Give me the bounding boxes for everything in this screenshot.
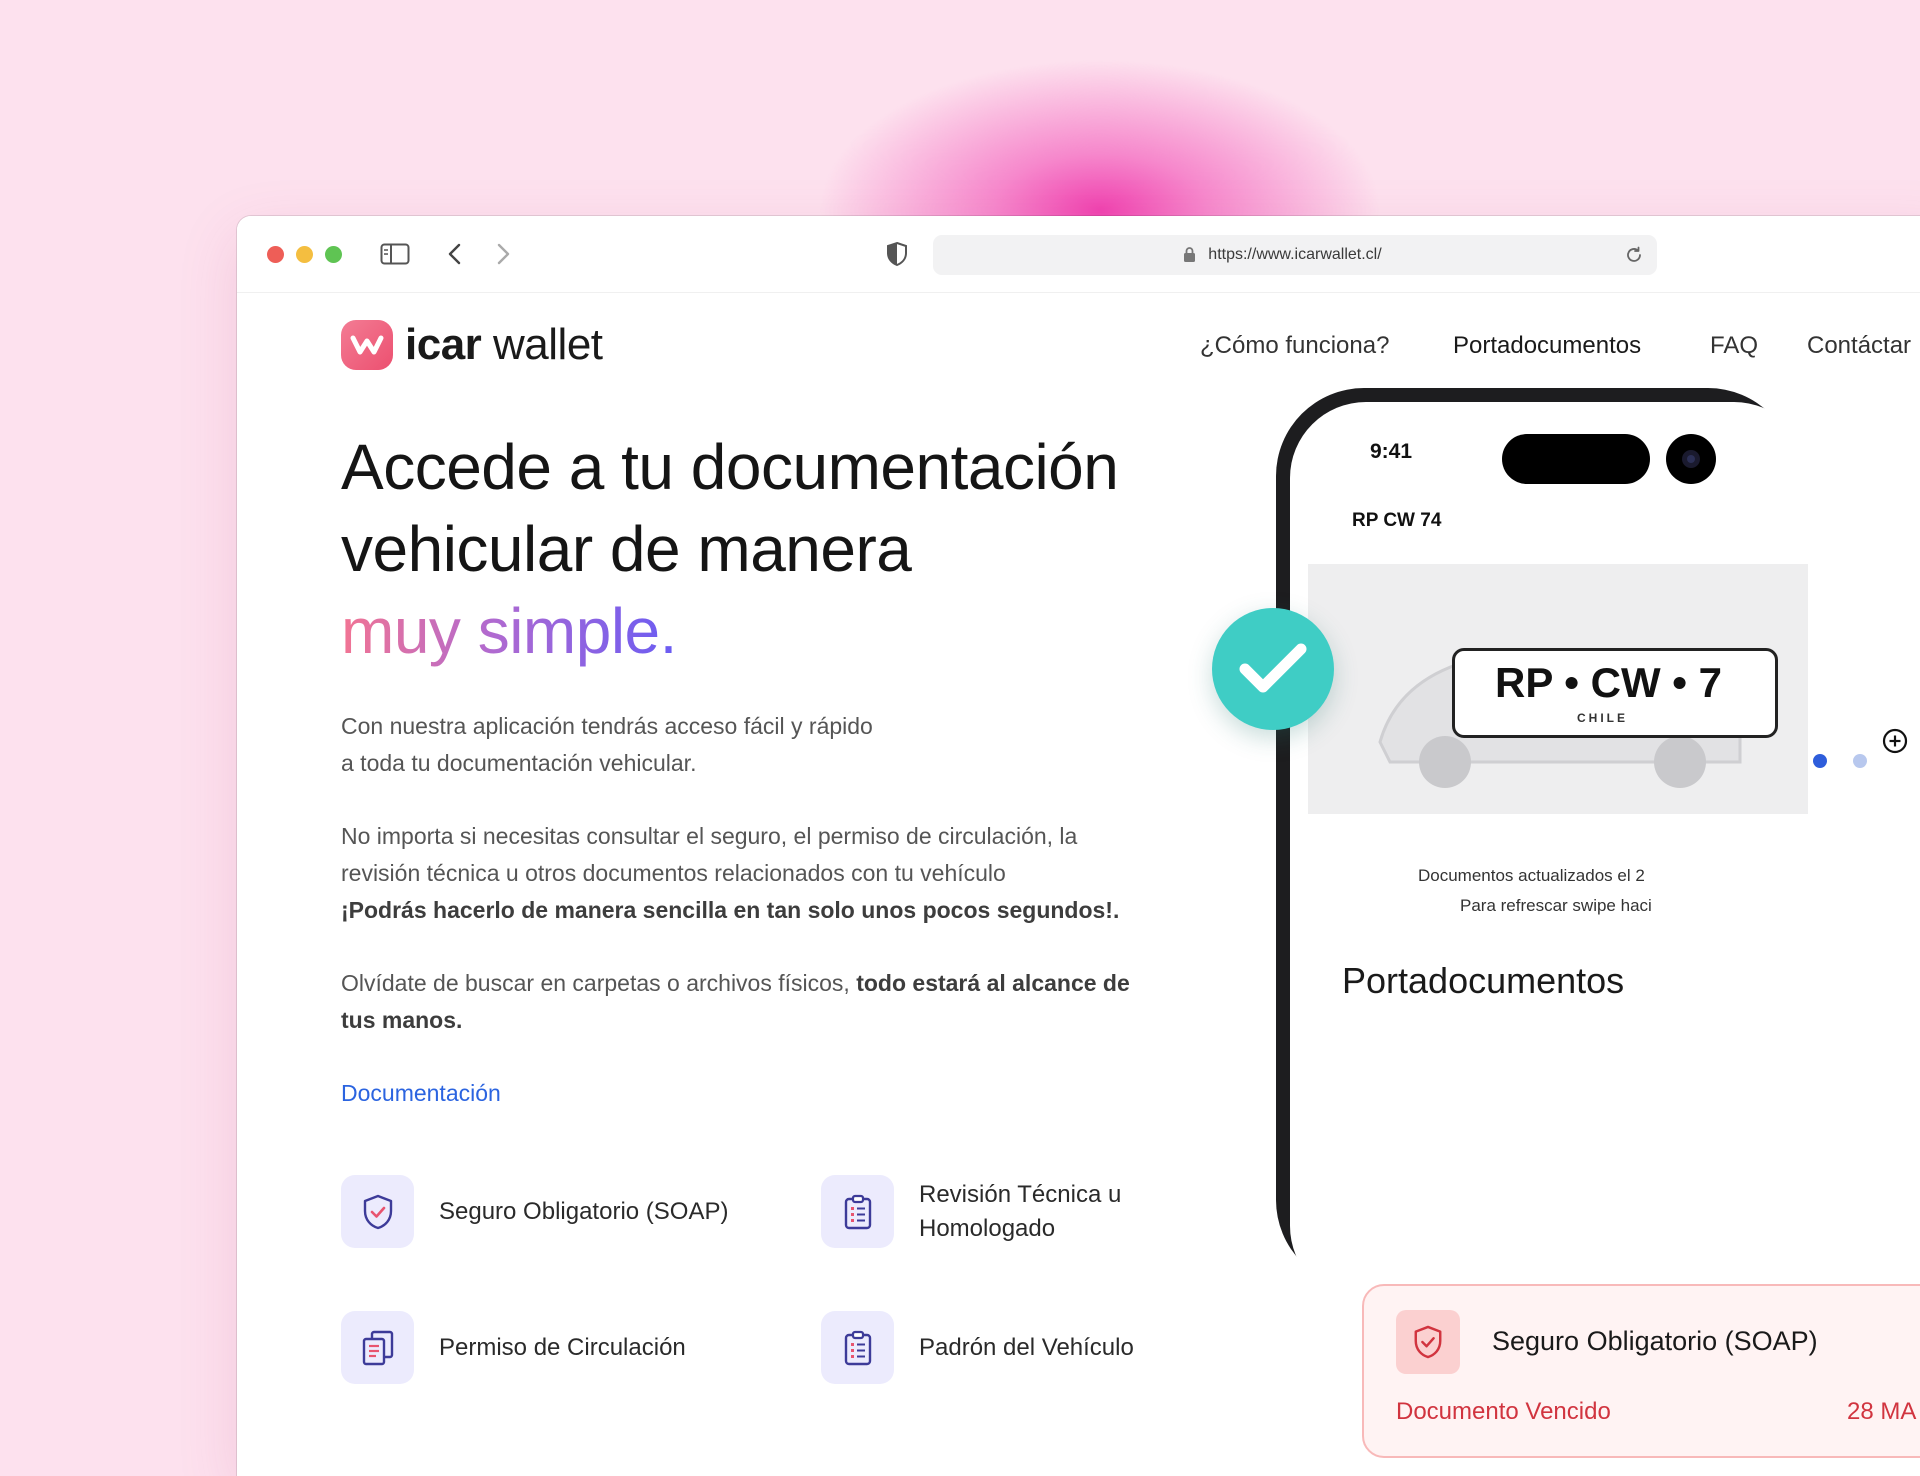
plate-text: RP • CW • 7 xyxy=(1495,659,1723,706)
hero-heading: Accede a tu documentación vehicular de m… xyxy=(341,426,1241,672)
documents-icon xyxy=(341,1311,414,1384)
shield-check-icon xyxy=(1396,1310,1460,1374)
reload-icon[interactable] xyxy=(1625,246,1643,269)
vehicle-plate-id: RP CW 74 xyxy=(1352,510,1442,531)
forward-arrow-icon[interactable] xyxy=(491,238,515,270)
feature-label: Padrón del Vehículo xyxy=(919,1333,1134,1361)
details-paragraph: No importa si necesitas consultar el seg… xyxy=(341,823,1120,923)
hero-line-1: Accede a tu documentación xyxy=(341,431,1119,503)
feature-label: Revisión Técnica u Homologado xyxy=(919,1180,1122,1242)
feature-soap: Seguro Obligatorio (SOAP) xyxy=(341,1175,728,1248)
dynamic-island xyxy=(1502,434,1650,484)
closing-paragraph: Olvídate de buscar en carpetas o archivo… xyxy=(341,970,1130,1033)
nav-link-portadocumentos[interactable]: Portadocumentos xyxy=(1453,332,1641,360)
site-logo[interactable]: icar wallet xyxy=(341,320,603,370)
card-date: 28 MA xyxy=(1847,1398,1917,1425)
checkmark-icon xyxy=(1212,608,1334,730)
browser-toolbar: https://www.icarwallet.cl/ xyxy=(237,216,1920,293)
shield-check-icon xyxy=(341,1175,414,1248)
feature-revision-tecnica: Revisión Técnica u Homologado xyxy=(821,1175,1121,1248)
clipboard-list-icon xyxy=(821,1175,894,1248)
status-time: 9:41 xyxy=(1370,440,1413,463)
logo-text: icar wallet xyxy=(405,320,603,369)
maximize-window-button[interactable] xyxy=(325,246,342,263)
clipboard-list-icon xyxy=(821,1311,894,1384)
minimize-window-button[interactable] xyxy=(296,246,313,263)
carousel-dot-active[interactable] xyxy=(1813,754,1827,768)
back-arrow-icon[interactable] xyxy=(443,238,467,270)
camera-icon xyxy=(1666,434,1716,484)
card-status: Documento Vencido xyxy=(1396,1398,1611,1425)
logo-mark-icon xyxy=(341,320,393,370)
intro-paragraph: Con nuestra aplicación tendrás acceso fá… xyxy=(341,713,873,776)
portadocumentos-title: Portadocumentos xyxy=(1342,960,1625,1001)
address-bar[interactable]: https://www.icarwallet.cl/ xyxy=(933,235,1657,275)
feature-padron-vehiculo: Padrón del Vehículo xyxy=(821,1311,1134,1384)
sidebar-toggle-icon[interactable] xyxy=(379,238,411,270)
documents-sheet xyxy=(1310,816,1810,1296)
plate-country: CHILE xyxy=(1577,711,1628,725)
nav-link-contactar[interactable]: Contáctar xyxy=(1807,332,1911,360)
carousel-dot[interactable] xyxy=(1853,754,1867,768)
license-plate: RP • CW • 7 CHILE xyxy=(1452,648,1778,738)
hero-highlight: muy simple. xyxy=(341,595,677,667)
nav-link-faq[interactable]: FAQ xyxy=(1710,332,1758,360)
refresh-hint: Para refrescar swipe haci xyxy=(1460,896,1652,915)
nav-link-como-funciona[interactable]: ¿Cómo funciona? xyxy=(1200,332,1389,360)
feature-permiso-circulacion: Permiso de Circulación xyxy=(341,1311,686,1384)
updated-text: Documentos actualizados el 2 xyxy=(1418,866,1645,885)
privacy-shield-icon[interactable] xyxy=(883,238,911,270)
expired-document-card[interactable]: Seguro Obligatorio (SOAP) Documento Venc… xyxy=(1362,1284,1920,1458)
feature-label: Permiso de Circulación xyxy=(439,1333,686,1361)
url-text: https://www.icarwallet.cl/ xyxy=(1208,246,1382,263)
card-title: Seguro Obligatorio (SOAP) xyxy=(1492,1326,1818,1356)
close-window-button[interactable] xyxy=(267,246,284,263)
add-icon[interactable] xyxy=(1882,728,1908,759)
hero-line-2: vehicular de manera xyxy=(341,513,912,585)
feature-label: Seguro Obligatorio (SOAP) xyxy=(439,1197,729,1225)
documentacion-link[interactable]: Documentación xyxy=(341,1080,501,1107)
